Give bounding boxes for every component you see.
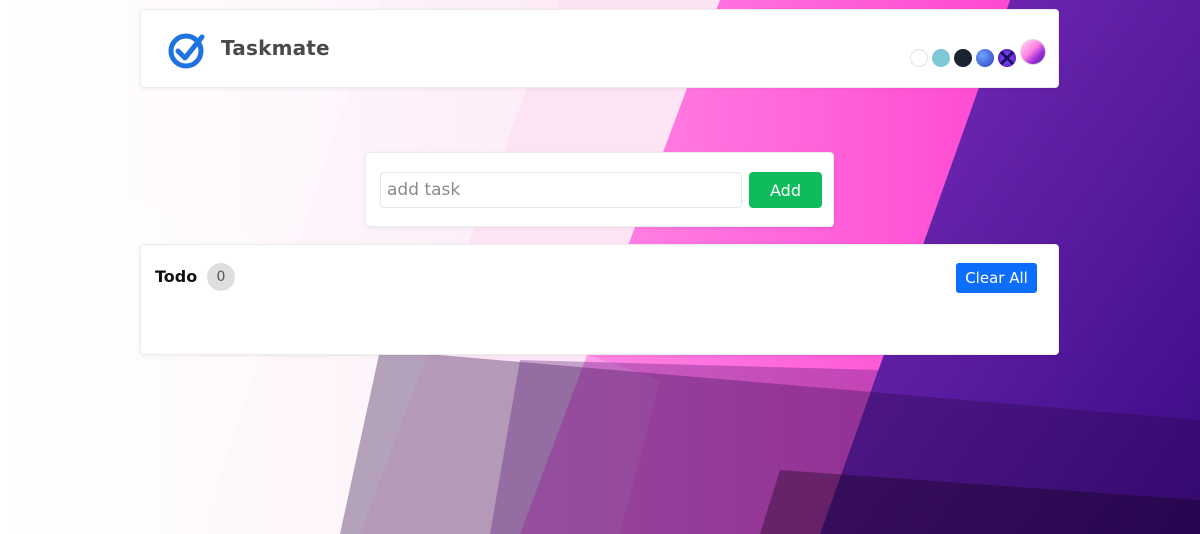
app-header: Taskmate (140, 9, 1059, 88)
check-circle-logo-icon (168, 33, 205, 69)
task-input[interactable] (380, 172, 742, 208)
theme-switcher (910, 37, 1046, 67)
todo-title: Todo (155, 267, 198, 286)
add-task-form: Add (365, 152, 834, 227)
theme-light-blue-swatch[interactable] (932, 49, 950, 67)
clear-all-button[interactable]: Clear All (956, 263, 1037, 293)
todo-list: Todo 0 Clear All (140, 244, 1059, 355)
theme-blue-gradient-swatch[interactable] (976, 49, 994, 67)
app-title: Taskmate (221, 36, 330, 60)
theme-pink-gradient-swatch[interactable] (1020, 39, 1046, 65)
theme-white-swatch[interactable] (910, 49, 928, 67)
add-button[interactable]: Add (749, 172, 822, 208)
theme-purple-cross-swatch[interactable] (998, 49, 1016, 67)
todo-count-badge: 0 (207, 263, 235, 291)
theme-dark-navy-swatch[interactable] (954, 49, 972, 67)
